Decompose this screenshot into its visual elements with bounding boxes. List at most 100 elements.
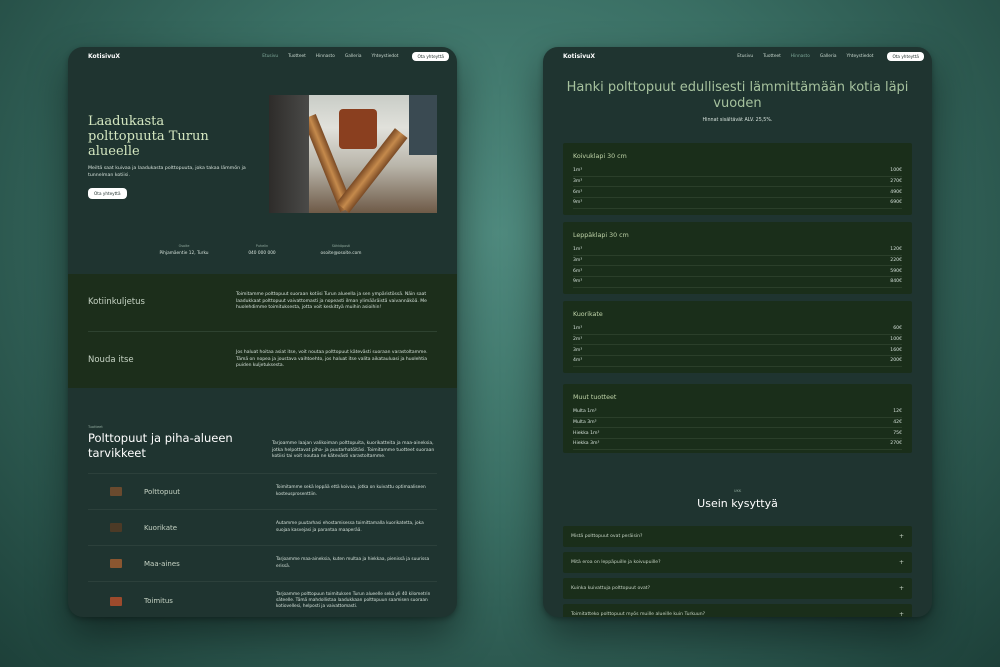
contact-phone: Puhelin 040 000 000 <box>222 244 302 256</box>
contact-value[interactable]: 040 000 000 <box>222 251 302 256</box>
contact-label: Puhelin <box>255 244 269 248</box>
faq-question: Kuinka kuivattuja polttopuut ovat? <box>571 586 651 591</box>
price-qty: Multa 1m³ <box>573 409 597 415</box>
top-nav: KotisivuX Etusivu Tuotteet Hinnasto Gall… <box>543 47 932 65</box>
price-qty: Hiekka 3m³ <box>573 441 600 447</box>
faq-item[interactable]: Mitä eroa on leppäpuille ja koivupuille?… <box>563 552 912 573</box>
nav-link-etusivu[interactable]: Etusivu <box>737 54 753 59</box>
product-row: Maa-aines Tarjoamme maa-aineksia, kuten … <box>88 545 437 581</box>
products-eyebrow: Tuotteet <box>88 425 103 429</box>
contact-value[interactable]: osoite@osoite.com <box>301 251 381 256</box>
services-band: Kotiinkuljetus Toimitamme polttopuut suo… <box>68 274 457 388</box>
nav-link-etusivu[interactable]: Etusivu <box>262 54 278 59</box>
product-row: Polttopuut Toimitamme sekä leppää että k… <box>88 473 437 509</box>
nav-link-tuotteet[interactable]: Tuotteet <box>288 54 306 59</box>
nav-link-galleria[interactable]: Galleria <box>820 54 837 59</box>
faq-question: Toimitatteko polttopuut myös muille alue… <box>571 612 706 617</box>
price-qty: 1m³ <box>573 247 583 253</box>
price-row: 9m³ 690€ <box>573 198 902 209</box>
price-qty: 9m³ <box>573 279 583 285</box>
price-row: 6m³ 490€ <box>573 187 902 199</box>
product-title: Kuorikate <box>144 523 178 532</box>
nav-link-galleria[interactable]: Galleria <box>345 54 362 59</box>
price-row: 1m³ 100€ <box>573 166 902 177</box>
price-qty: 3m³ <box>573 179 583 185</box>
nav-link-hinnasto[interactable]: Hinnasto <box>791 54 810 59</box>
nav-link-hinnasto[interactable]: Hinnasto <box>316 54 335 59</box>
price-row: 4m³ 200€ <box>573 356 902 367</box>
price-row: Multa 3m³ 42€ <box>573 418 902 429</box>
contact-email: Sähköposti osoite@osoite.com <box>301 244 381 256</box>
product-text: Tarjoamme polttopuun toimituksen Turun a… <box>276 591 431 610</box>
nav-link-yhteystiedot[interactable]: Yhteystiedot <box>846 54 873 59</box>
product-title: Toimitus <box>144 597 173 605</box>
price-value: 270€ <box>890 441 902 447</box>
price-card: Leppäklapi 30 cm 1m³ 120€ 3m³ 220€ 6m³ 590€… <box>563 222 912 294</box>
price-card-title: Leppäklapi 30 cm <box>573 232 629 239</box>
firewood-icon <box>110 487 122 496</box>
price-qty: 2m³ <box>573 337 583 343</box>
brand-logo[interactable]: KotisivuX <box>88 53 262 60</box>
brand-logo[interactable]: KotisivuX <box>563 53 737 60</box>
products-text: Tarjoamme laajan valikoiman polttopuita,… <box>272 441 435 459</box>
hero-contact-button[interactable]: Ota yhteyttä <box>88 188 127 199</box>
price-qty: 1m³ <box>573 168 583 174</box>
price-row: Hiekka 3m³ 270€ <box>573 439 902 450</box>
faq-item[interactable]: Mistä polttopuut ovat peräisin? + <box>563 526 912 547</box>
price-value: 120€ <box>890 247 902 253</box>
hero-image-wood-splitting <box>269 95 437 213</box>
price-row: Multa 1m³ 12€ <box>573 407 902 418</box>
price-row: 1m³ 120€ <box>573 245 902 256</box>
contact-label: Osoite <box>178 244 190 248</box>
price-card-title: Muut tuotteet <box>573 394 617 401</box>
price-value: 42€ <box>893 420 902 426</box>
price-row: 1m³ 60€ <box>573 324 902 335</box>
product-title: Polttopuut <box>144 487 181 496</box>
price-value: 75€ <box>893 430 902 436</box>
price-row: 3m³ 270€ <box>573 177 902 188</box>
service-title: Kotiinkuljetus <box>88 297 145 307</box>
price-card: Muut tuotteet Multa 1m³ 12€ Multa 3m³ 42€ … <box>563 384 912 453</box>
contact-address: Osoite Pihjamäentie 12, Turku <box>144 244 224 256</box>
nav-contact-button[interactable]: Ota yhteyttä <box>887 51 924 61</box>
price-value: 270€ <box>890 179 902 185</box>
soil-icon <box>110 559 122 568</box>
price-row: 9m³ 840€ <box>573 277 902 288</box>
plus-icon: + <box>898 585 904 592</box>
price-qty: 3m³ <box>573 347 583 353</box>
price-value: 160€ <box>890 347 902 353</box>
service-pickup: Nouda itse Jos haluat hoitaa asiat itse,… <box>88 331 437 388</box>
faq-item[interactable]: Toimitatteko polttopuut myös muille alue… <box>563 604 912 617</box>
price-qty: 9m³ <box>573 200 583 206</box>
hero-text: Meiltä saat kuivaa ja laadukasta polttop… <box>88 166 246 178</box>
price-card-title: Kuorikate <box>573 311 603 318</box>
price-value: 100€ <box>890 168 902 174</box>
service-text: Jos haluat hoitaa asiat itse, voit nouta… <box>236 350 428 369</box>
product-title: Maa-aines <box>144 559 180 568</box>
price-card-title: Koivuklapi 30 cm <box>573 153 627 160</box>
price-qty: 3m³ <box>573 258 583 264</box>
top-nav: KotisivuX Etusivu Tuotteet Hinnasto Gall… <box>68 47 457 65</box>
service-title: Nouda itse <box>88 355 134 365</box>
product-row: Kuorikate Autamme puutarhasi ehostamises… <box>88 509 437 545</box>
plus-icon: + <box>898 611 904 617</box>
nav-link-yhteystiedot[interactable]: Yhteystiedot <box>371 54 398 59</box>
price-qty: 6m³ <box>573 189 583 195</box>
price-card: Kuorikate 1m³ 60€ 2m³ 100€ 3m³ 160€ 4m³ 200€ <box>563 301 912 373</box>
price-qty: Hiekka 1m³ <box>573 430 600 436</box>
nav-contact-button[interactable]: Ota yhteyttä <box>412 51 449 61</box>
price-qty: 1m³ <box>573 326 583 332</box>
plus-icon: + <box>898 533 904 540</box>
price-row: Hiekka 1m³ 75€ <box>573 428 902 440</box>
homepage-mockup: KotisivuX Etusivu Tuotteet Hinnasto Gall… <box>68 47 457 617</box>
price-value: 690€ <box>890 200 902 206</box>
faq-item[interactable]: Kuinka kuivattuja polttopuut ovat? + <box>563 578 912 599</box>
pricing-vat-note: Hinnat sisältävät ALV. 25,5%. <box>702 118 773 123</box>
price-value: 200€ <box>890 358 902 364</box>
price-row: 6m³ 590€ <box>573 266 902 278</box>
nav-link-tuotteet[interactable]: Tuotteet <box>763 54 781 59</box>
service-text: Toimitamme polttopuut suoraan kotiisi Tu… <box>236 292 427 311</box>
price-row: 3m³ 220€ <box>573 256 902 267</box>
bark-mulch-icon <box>110 523 122 532</box>
contact-label: Sähköposti <box>331 244 351 248</box>
